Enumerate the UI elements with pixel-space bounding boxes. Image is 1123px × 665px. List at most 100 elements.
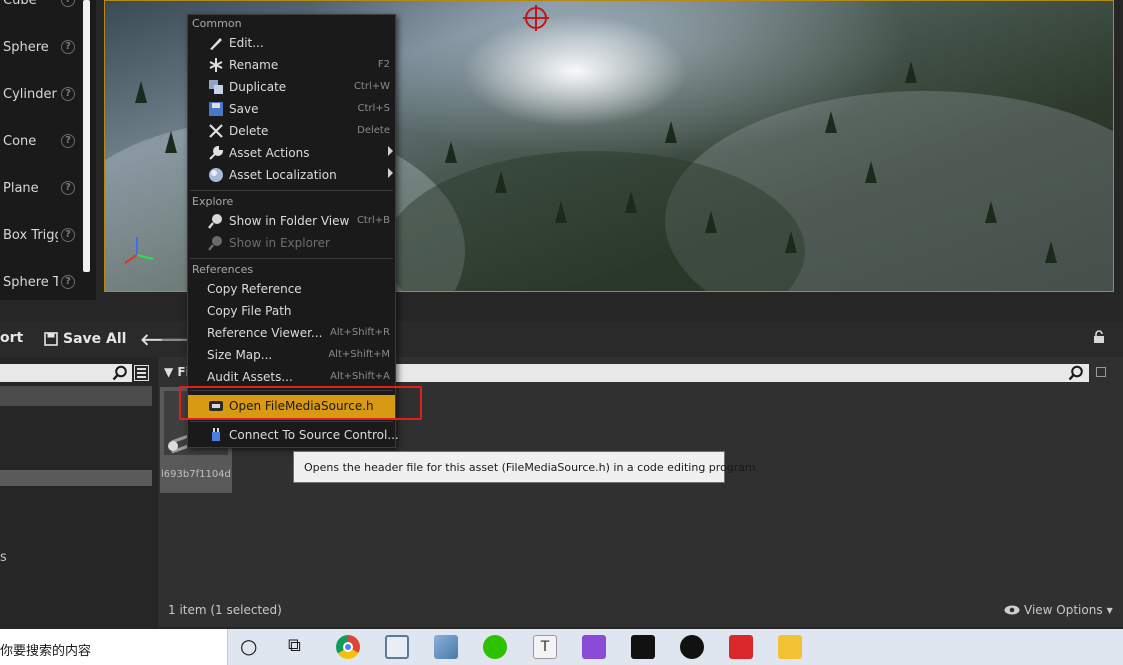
section-header-references: References: [192, 263, 254, 276]
menu-item-shortcut: Delete: [357, 125, 390, 136]
place-item-cone[interactable]: Cone ?: [0, 127, 96, 157]
menu-item-shortcut: Ctrl+W: [353, 81, 390, 92]
tree: [825, 111, 837, 133]
menu-item-label: Show in Folder View: [229, 214, 350, 228]
help-icon[interactable]: ?: [61, 87, 75, 101]
menu-item-save[interactable]: Save Ctrl+S: [188, 98, 395, 120]
help-icon[interactable]: ?: [61, 0, 75, 7]
menu-item-reference-viewer[interactable]: Reference Viewer... Alt+Shift+R: [188, 322, 395, 344]
help-icon[interactable]: ?: [61, 228, 75, 242]
wechat-icon[interactable]: [483, 635, 507, 659]
place-item-cylinder[interactable]: Cylinder ?: [0, 80, 96, 110]
menu-item-duplicate[interactable]: Duplicate Ctrl+W: [188, 76, 395, 98]
place-actors-panel: Cube ? Sphere ? Cylinder ? Cone ? Plane …: [0, 0, 96, 300]
tree: [905, 61, 917, 83]
place-item-plane[interactable]: Plane ?: [0, 174, 96, 204]
help-icon[interactable]: ?: [61, 134, 75, 148]
save-icon: [209, 102, 223, 116]
menu-item-asset-localization[interactable]: Asset Localization: [188, 164, 395, 186]
menu-item-show-in-folder-view[interactable]: Show in Folder View Ctrl+B: [188, 210, 395, 232]
menu-item-shortcut: Alt+Shift+A: [330, 371, 390, 382]
file-explorer-icon[interactable]: [778, 635, 802, 659]
place-item-sphere[interactable]: Sphere ?: [0, 33, 96, 63]
menu-item-label: Audit Assets...: [207, 370, 293, 384]
eye-icon: [1004, 605, 1020, 615]
tree: [165, 131, 177, 153]
taskbar-search-box[interactable]: 你要搜索的内容: [0, 629, 228, 665]
pencil-icon: [210, 38, 222, 50]
place-panel-scrollbar[interactable]: [83, 0, 90, 272]
menu-item-label: Delete: [229, 124, 269, 138]
taskbar-search-placeholder: 你要搜索的内容: [0, 644, 92, 659]
crosshair-icon: [523, 5, 549, 31]
save-search-icon[interactable]: [1096, 367, 1106, 377]
help-icon[interactable]: ?: [61, 181, 75, 195]
tree: [445, 141, 457, 163]
tree: [1045, 241, 1057, 263]
place-item-box-trigger[interactable]: Box Trigger ?: [0, 221, 96, 251]
menu-item-connect-source-control[interactable]: Connect To Source Control...: [188, 424, 399, 446]
cortana-icon[interactable]: ○: [240, 634, 257, 658]
submenu-arrow-icon: [388, 146, 393, 156]
tree: [985, 201, 997, 223]
help-icon[interactable]: ?: [61, 275, 75, 289]
help-icon[interactable]: ?: [61, 40, 75, 54]
menu-item-label: Connect To Source Control...: [229, 428, 399, 442]
plug-icon: [212, 428, 220, 441]
menu-item-shortcut: Ctrl+S: [357, 103, 390, 114]
wrench-icon: [209, 145, 224, 160]
section-header-common: Common: [192, 17, 242, 30]
menu-item-asset-actions[interactable]: Asset Actions: [188, 142, 395, 164]
asset-search-input[interactable]: [393, 364, 1089, 382]
view-options-label: View Options: [1024, 603, 1103, 617]
menu-item-label: Duplicate: [229, 80, 287, 94]
photos-icon[interactable]: [434, 635, 458, 659]
menu-item-copy-file-path[interactable]: Copy File Path: [188, 300, 395, 322]
place-item-label: Cylinder: [3, 87, 57, 102]
place-item-label: Cone: [3, 134, 37, 149]
computer-icon[interactable]: [385, 635, 409, 659]
import-button[interactable]: ort: [0, 330, 23, 346]
menu-item-delete[interactable]: Delete Delete: [188, 120, 395, 142]
place-item-sphere-trigger[interactable]: Sphere Trigger ?: [0, 268, 96, 298]
menu-item-label: Reference Viewer...: [207, 326, 323, 340]
save-all-button[interactable]: Save All: [44, 329, 126, 349]
menu-item-show-in-explorer[interactable]: Show in Explorer: [188, 232, 395, 254]
place-item-label: Plane: [3, 181, 39, 196]
search-icon[interactable]: [1068, 365, 1084, 381]
search-explorer-icon: [208, 236, 222, 251]
task-view-icon[interactable]: ⧉: [288, 635, 301, 656]
view-options-menu-icon[interactable]: [134, 365, 149, 381]
visual-studio-icon[interactable]: [582, 635, 606, 659]
asset-type-icon: [168, 441, 178, 451]
tree: [135, 81, 147, 103]
menu-item-copy-reference[interactable]: Copy Reference: [188, 278, 395, 300]
menu-item-audit-assets[interactable]: Audit Assets... Alt+Shift+A: [188, 366, 395, 388]
menu-separator: [190, 258, 393, 259]
menu-item-edit[interactable]: Edit...: [188, 32, 395, 54]
folder-tree-row-selected[interactable]: [0, 470, 152, 486]
typora-icon[interactable]: T: [533, 635, 557, 659]
asset-context-menu: Common Edit... Rename F2 Duplicate Ctrl+…: [187, 14, 399, 448]
news-icon[interactable]: [729, 635, 753, 659]
lock-icon[interactable]: [1092, 330, 1106, 344]
place-item-label: Box Trigger: [3, 228, 58, 243]
folder-label: s: [0, 550, 7, 565]
tree: [865, 161, 877, 183]
search-icon[interactable]: [112, 365, 128, 381]
selection-status: 1 item (1 selected): [168, 603, 282, 617]
menu-item-label: Save: [229, 102, 259, 116]
view-options-button[interactable]: View Options ▼: [1004, 603, 1113, 617]
place-item-cube[interactable]: Cube ?: [0, 0, 96, 16]
unreal-engine-icon[interactable]: [680, 635, 704, 659]
section-header-explore: Explore: [192, 195, 234, 208]
content-browser-toolbar: ort Save All 🡐 🡒: [0, 321, 1123, 357]
menu-item-size-map[interactable]: Size Map... Alt+Shift+M: [188, 344, 395, 366]
save-all-label: Save All: [63, 331, 127, 347]
sources-panel: s: [0, 357, 155, 627]
tree: [625, 191, 637, 213]
epic-games-icon[interactable]: [631, 635, 655, 659]
folder-tree-row[interactable]: [0, 386, 152, 406]
menu-item-rename[interactable]: Rename F2: [188, 54, 395, 76]
chrome-icon[interactable]: [336, 635, 360, 659]
